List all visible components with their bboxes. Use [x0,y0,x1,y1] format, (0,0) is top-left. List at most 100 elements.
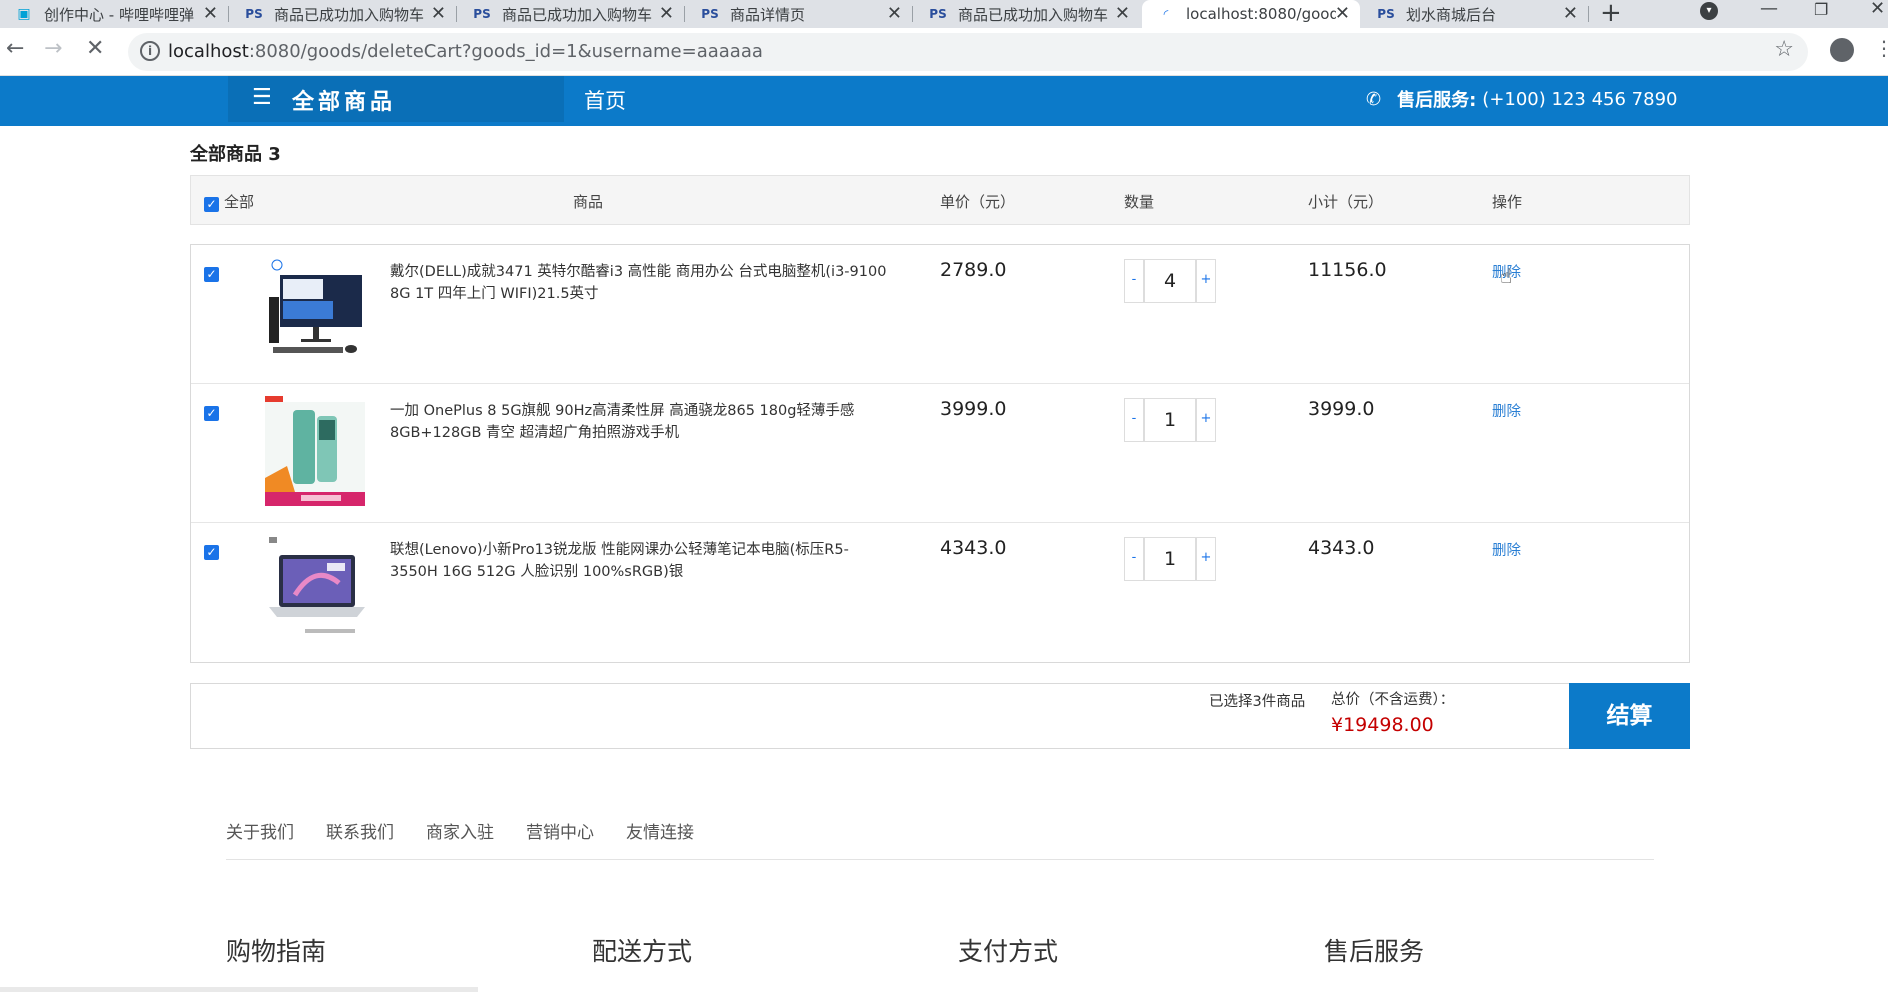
footer-link-friends[interactable]: 友情连接 [626,818,694,843]
tab-search-icon[interactable]: ▾ [1700,2,1718,20]
url-text[interactable]: localhost:8080/goods/deleteCart?goods_id… [168,41,763,62]
browser-tab[interactable]: PS 商品已成功加入购物车 ✕ [230,0,456,28]
close-icon[interactable]: ✕ [431,3,446,24]
tab-title: 商品已成功加入购物车 [502,5,653,24]
footer-link-marketing[interactable]: 营销中心 [526,818,594,843]
qty-input[interactable]: 4 [1144,259,1196,303]
item-subtotal: 3999.0 [1308,398,1375,420]
restore-icon[interactable]: ❐ [1814,0,1828,19]
qty-input[interactable]: 1 [1144,398,1196,442]
close-icon[interactable]: ✕ [1563,3,1578,24]
header-select-all: 全部 [224,193,255,211]
browser-tab[interactable]: PS 商品已成功加入购物车 ✕ [458,0,684,28]
total-price: ¥19498.00 [1331,714,1434,736]
site-nav-bar: ☰ 全部商品 首页 ✆ 售后服务: (+100) 123 456 7890 [0,76,1888,126]
ps-icon: PS [1377,7,1395,21]
back-icon[interactable]: ← [6,36,24,61]
browser-tab[interactable]: PS 商品已成功加入购物车 ✕ [914,0,1140,28]
tab-divider [684,6,685,22]
close-icon[interactable]: ✕ [1335,3,1350,24]
selected-count: 已选择3件商品 [1209,694,1306,710]
address-bar[interactable]: i localhost:8080/goods/deleteCart?goods_… [128,33,1808,71]
product-image-lenovo-laptop[interactable] [265,535,365,645]
product-name[interactable]: 戴尔(DELL)成就3471 英特尔酷睿i3 高性能 商用办公 台式电脑整机(i… [390,261,890,305]
loading-icon: ◜ [1163,7,1169,21]
qty-increase-button[interactable]: + [1196,398,1216,442]
ps-icon: PS [701,7,719,21]
quantity-stepper: - 1 + [1124,537,1216,581]
checkout-button[interactable]: 结算 [1569,683,1690,749]
browser-tab[interactable]: PS 商品详情页 ✕ [686,0,912,28]
browser-toolbar: ← → ✕ i localhost:8080/goods/deleteCart?… [0,28,1888,76]
footer-heading-shopping-guide: 购物指南 [226,937,327,966]
bilibili-icon: ▣ [17,6,31,22]
delete-link[interactable]: 删除 [1492,539,1521,560]
close-icon[interactable]: ✕ [1115,3,1130,24]
all-goods-label: 全部商品 [292,90,397,115]
stop-loading-icon[interactable]: ✕ [86,36,104,61]
bookmark-star-icon[interactable]: ☆ [1774,37,1794,62]
phone-icon: ✆ [1366,88,1382,110]
window-close-icon[interactable]: ✕ [1870,0,1885,19]
tab-title: 划水商城后台 [1406,5,1497,24]
tab-divider [456,6,457,22]
service-label: 售后服务: [1397,90,1477,111]
delete-link[interactable]: 删除 [1492,400,1521,421]
cart-row: ✓ 联想(Lenovo)小新Pro13锐龙版 性能网课办公轻薄笔记本电脑(标压R… [191,523,1689,662]
select-all-checkbox[interactable]: ✓ [204,197,219,212]
footer-heading-payment: 支付方式 [958,937,1059,966]
header-subtotal: 小计（元） [1308,193,1384,211]
header-unit-price: 单价（元） [940,193,1016,211]
quantity-stepper: - 1 + [1124,398,1216,442]
close-icon[interactable]: ✕ [203,3,218,24]
site-info-icon[interactable]: i [140,41,160,61]
unit-price: 4343.0 [940,537,1007,559]
tab-title: localhost:8080/good [1186,5,1336,23]
qty-decrease-button[interactable]: - [1124,259,1144,303]
ps-icon: PS [245,7,263,21]
cart-row: ✓ 戴尔(DELL)成就3471 英特尔酷睿i3 高性能 商用办公 台式电脑整机… [191,245,1689,384]
qty-input[interactable]: 1 [1144,537,1196,581]
browser-tabstrip: ▣ 创作中心 - 哔哩哔哩弹 ✕ PS 商品已成功加入购物车 ✕ PS 商品已成… [0,0,1888,28]
item-checkbox[interactable]: ✓ [204,267,219,282]
qty-increase-button[interactable]: + [1196,537,1216,581]
all-goods-menu[interactable]: ☰ 全部商品 [228,76,564,122]
close-icon[interactable]: ✕ [887,3,902,24]
url-host: localhost [168,41,249,62]
qty-decrease-button[interactable]: - [1124,398,1144,442]
browser-tab[interactable]: ▣ 创作中心 - 哔哩哔哩弹 ✕ [0,0,228,28]
minimize-icon[interactable]: — [1760,0,1778,19]
tab-title: 商品已成功加入购物车 [274,5,425,24]
product-image-oneplus-phone[interactable] [265,396,365,506]
ps-icon: PS [929,7,947,21]
browser-tab[interactable]: PS 划水商城后台 ✕ [1362,0,1588,28]
item-checkbox[interactable]: ✓ [204,406,219,421]
tab-divider [228,6,229,22]
cart-items: ✓ 戴尔(DELL)成就3471 英特尔酷睿i3 高性能 商用办公 台式电脑整机… [190,244,1690,663]
new-tab-icon[interactable]: + [1600,0,1622,28]
product-image-dell-desktop[interactable] [265,257,365,367]
tab-title: 商品已成功加入购物车 [958,5,1109,24]
page-loading-bar [0,987,478,992]
header-product: 商品 [573,193,604,211]
tab-divider [912,6,913,22]
close-icon[interactable]: ✕ [659,3,674,24]
checkout-bar: 已选择3件商品 总价（不含运费）： ¥19498.00 结算 [190,683,1690,749]
qty-increase-button[interactable]: + [1196,259,1216,303]
forward-icon[interactable]: → [44,36,62,61]
profile-avatar-icon[interactable] [1830,38,1854,62]
footer-link-merchant[interactable]: 商家入驻 [426,818,494,843]
hand-cursor-icon: ☝ [1500,264,1513,288]
home-link[interactable]: 首页 [584,85,626,115]
browser-menu-icon[interactable]: ⋮ [1874,36,1888,60]
qty-decrease-button[interactable]: - [1124,537,1144,581]
unit-price: 2789.0 [940,259,1007,281]
product-name[interactable]: 一加 OnePlus 8 5G旗舰 90Hz高清柔性屏 高通骁龙865 180g… [390,400,890,444]
product-name[interactable]: 联想(Lenovo)小新Pro13锐龙版 性能网课办公轻薄笔记本电脑(标压R5-… [390,539,890,583]
cart-row: ✓ 一加 OnePlus 8 5G旗舰 90Hz高清柔性屏 高通骁龙865 18… [191,384,1689,523]
browser-tab-active[interactable]: ◜ localhost:8080/good ✕ [1142,0,1360,28]
tab-title: 创作中心 - 哔哩哔哩弹 [44,5,194,24]
footer-link-contact[interactable]: 联系我们 [326,818,394,843]
footer-link-about[interactable]: 关于我们 [226,818,294,843]
item-checkbox[interactable]: ✓ [204,545,219,560]
